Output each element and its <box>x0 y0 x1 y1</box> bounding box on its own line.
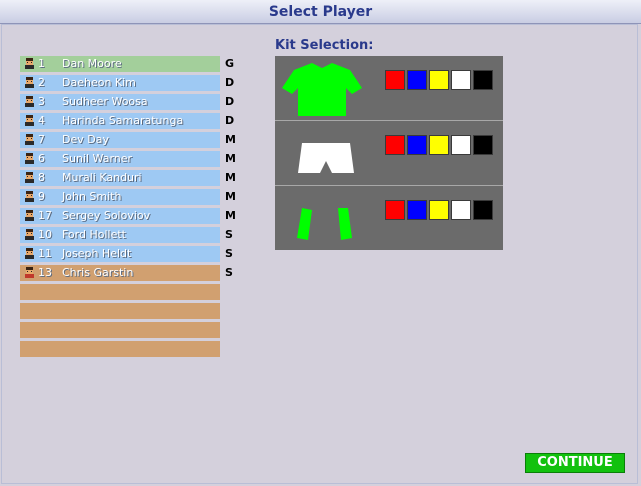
color-swatch[interactable] <box>429 70 449 90</box>
player-name: Daeheon Kim <box>62 76 136 89</box>
player-position: D <box>225 114 235 127</box>
player-position: D <box>225 76 235 89</box>
player-number: 17 <box>38 209 52 222</box>
player-row[interactable]: 6 Sunil Warner M <box>20 151 250 167</box>
player-name: Sunil Warner <box>62 152 133 165</box>
color-swatch[interactable] <box>407 200 427 220</box>
color-swatch[interactable] <box>407 135 427 155</box>
player-position: S <box>225 247 233 260</box>
color-swatches <box>385 70 495 90</box>
color-swatch[interactable] <box>385 70 405 90</box>
empty-slot-background <box>20 341 220 357</box>
color-swatch[interactable] <box>385 135 405 155</box>
player-name: Sudheer Woosa <box>62 95 148 108</box>
player-position: G <box>225 57 235 70</box>
kit-row-socks <box>275 185 503 249</box>
continue-button[interactable]: CONTINUE <box>525 453 625 473</box>
color-swatch[interactable] <box>429 135 449 155</box>
empty-player-slot[interactable] <box>20 341 250 357</box>
color-swatches <box>385 135 495 155</box>
player-name: Chris Garstin <box>62 266 134 279</box>
player-number: 4 <box>38 114 45 127</box>
player-face-icon <box>25 96 34 107</box>
player-row[interactable]: 7 Dev Day M <box>20 132 250 148</box>
player-number: 1 <box>38 57 45 70</box>
title-bar: Select Player <box>0 0 641 24</box>
player-name: John Smith <box>62 190 122 203</box>
player-row[interactable]: 11 Joseph Heldt S <box>20 246 250 262</box>
player-row[interactable]: 3 Sudheer Woosa D <box>20 94 250 110</box>
kit-row-shorts <box>275 120 503 184</box>
kit-panel <box>275 56 503 250</box>
empty-slot-background <box>20 303 220 319</box>
color-swatch[interactable] <box>407 70 427 90</box>
player-name: Ford Hollett <box>62 228 126 241</box>
kit-row-shirt <box>275 56 503 119</box>
player-number: 6 <box>38 152 45 165</box>
player-face-icon <box>25 210 34 221</box>
player-face-icon <box>25 134 34 145</box>
player-number: 10 <box>38 228 52 241</box>
player-row[interactable]: 17 Sergey Soloviov M <box>20 208 250 224</box>
player-position: S <box>225 266 233 279</box>
player-row[interactable]: 2 Daeheon Kim D <box>20 75 250 91</box>
player-face-icon <box>25 248 34 259</box>
player-number: 7 <box>38 133 45 146</box>
kit-selection-title: Kit Selection: <box>275 38 374 53</box>
player-number: 11 <box>38 247 52 260</box>
player-name: Sergey Soloviov <box>62 209 151 222</box>
player-number: 8 <box>38 171 45 184</box>
player-name: Joseph Heldt <box>62 247 132 260</box>
color-swatch[interactable] <box>473 200 493 220</box>
player-face-icon <box>25 172 34 183</box>
player-face-icon <box>25 229 34 240</box>
color-swatch[interactable] <box>451 135 471 155</box>
color-swatch[interactable] <box>473 70 493 90</box>
player-row[interactable]: 9 John Smith M <box>20 189 250 205</box>
color-swatches <box>385 200 495 220</box>
player-row[interactable]: 8 Murali Kanduri M <box>20 170 250 186</box>
empty-player-slot[interactable] <box>20 303 250 319</box>
empty-player-slot[interactable] <box>20 322 250 338</box>
player-face-icon <box>25 191 34 202</box>
player-name: Murali Kanduri <box>62 171 142 184</box>
shorts-icon <box>298 143 354 173</box>
player-face-icon <box>25 77 34 88</box>
empty-slot-background <box>20 322 220 338</box>
color-swatch[interactable] <box>451 70 471 90</box>
player-row[interactable]: 13 Chris Garstin S <box>20 265 250 281</box>
player-position: S <box>225 228 233 241</box>
player-position: M <box>225 133 236 146</box>
color-swatch[interactable] <box>385 200 405 220</box>
socks-icon <box>297 208 352 240</box>
player-face-icon <box>25 115 34 126</box>
player-list: 1 Dan Moore G 2 Daeheon Kim D 3 Sudheer Woosa D 4… <box>20 56 250 360</box>
player-number: 2 <box>38 76 45 89</box>
window-title: Select Player <box>268 4 373 20</box>
player-row[interactable]: 4 Harinda Samaratunga D <box>20 113 250 129</box>
color-swatch[interactable] <box>473 135 493 155</box>
empty-slot-background <box>20 284 220 300</box>
color-swatch[interactable] <box>451 200 471 220</box>
player-row[interactable]: 10 Ford Hollett S <box>20 227 250 243</box>
player-name: Dev Day <box>62 133 109 146</box>
shirt-icon <box>282 63 362 116</box>
player-position: M <box>225 209 236 222</box>
player-face-icon <box>25 153 34 164</box>
player-face-icon <box>25 58 34 69</box>
player-name: Harinda Samaratunga <box>62 114 184 127</box>
player-position: M <box>225 171 236 184</box>
player-position: M <box>225 152 236 165</box>
player-name: Dan Moore <box>62 57 122 70</box>
player-position: M <box>225 190 236 203</box>
player-row[interactable]: 1 Dan Moore G <box>20 56 250 72</box>
player-position: D <box>225 95 235 108</box>
player-number: 3 <box>38 95 45 108</box>
empty-player-slot[interactable] <box>20 284 250 300</box>
player-number: 9 <box>38 190 45 203</box>
color-swatch[interactable] <box>429 200 449 220</box>
player-number: 13 <box>38 266 52 279</box>
player-face-icon <box>25 267 34 278</box>
